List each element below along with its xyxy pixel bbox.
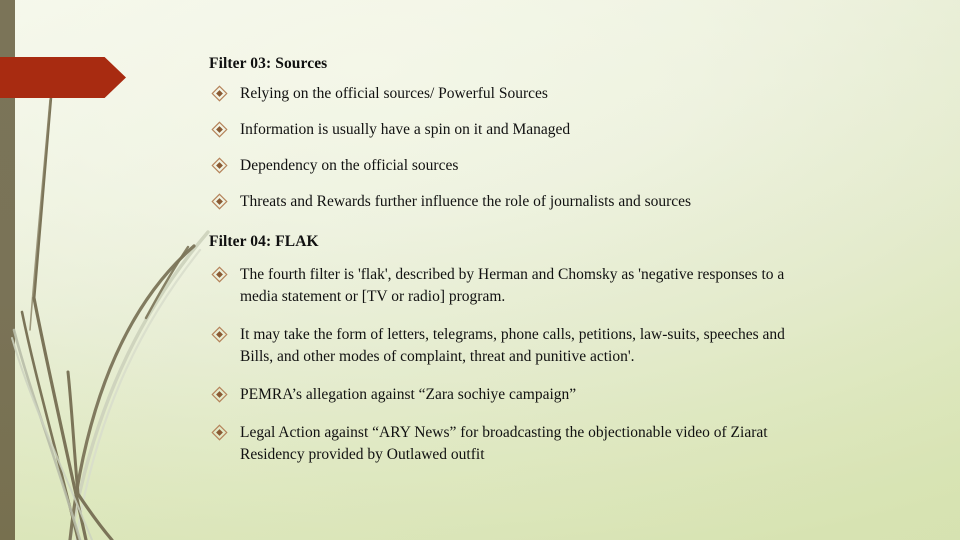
list-item: Relying on the official sources/ Powerfu… bbox=[209, 83, 896, 105]
diamond-bullet-icon bbox=[211, 121, 228, 138]
list-item: Information is usually have a spin on it… bbox=[209, 119, 896, 141]
slide-content: Filter 03: Sources Relying on the offici… bbox=[209, 54, 896, 482]
diamond-bullet-icon bbox=[211, 386, 228, 403]
diamond-bullet-icon bbox=[211, 424, 228, 441]
diamond-bullet-icon bbox=[211, 157, 228, 174]
list-item-text-last-line: Residency provided by Outlawed outfit bbox=[240, 446, 485, 463]
slide-canvas: Filter 03: Sources Relying on the offici… bbox=[0, 0, 960, 540]
red-arrow-banner bbox=[0, 57, 126, 98]
list-item-text: Legal Action against “ARY News” for broa… bbox=[240, 424, 768, 441]
list-item-text: Threats and Rewards further influence th… bbox=[240, 193, 692, 210]
diamond-bullet-icon bbox=[211, 266, 228, 283]
list-item-text: PEMRA’s allegation against “Zara sochiye… bbox=[240, 386, 577, 403]
list-item: The fourth filter is 'flak', described b… bbox=[209, 264, 896, 308]
bullet-list-filter-04: The fourth filter is 'flak', described b… bbox=[209, 264, 896, 466]
list-item-text-last-line: Bills, and other modes of complaint, thr… bbox=[240, 348, 635, 365]
list-item: Legal Action against “ARY News” for broa… bbox=[209, 422, 896, 466]
list-item-text: It may take the form of letters, telegra… bbox=[240, 326, 785, 343]
diamond-bullet-icon bbox=[211, 193, 228, 210]
bullet-list-filter-03: Relying on the official sources/ Powerfu… bbox=[209, 83, 896, 213]
list-item-text: Relying on the official sources/ Powerfu… bbox=[240, 85, 548, 102]
list-item: PEMRA’s allegation against “Zara sochiye… bbox=[209, 384, 896, 406]
section-heading-filter-04: Filter 04: FLAK bbox=[209, 233, 319, 250]
diamond-bullet-icon bbox=[211, 326, 228, 343]
list-item-text: Information is usually have a spin on it… bbox=[240, 121, 571, 138]
diamond-bullet-icon bbox=[211, 85, 228, 102]
list-item-text-last-line: media statement or [TV or radio] program… bbox=[240, 288, 506, 305]
list-item: Threats and Rewards further influence th… bbox=[209, 191, 896, 213]
list-item: Dependency on the official sources bbox=[209, 155, 896, 177]
list-item-text: Dependency on the official sources bbox=[240, 157, 459, 174]
section-heading-filter-03: Filter 03: Sources bbox=[209, 55, 328, 72]
list-item-text: The fourth filter is 'flak', described b… bbox=[240, 266, 785, 283]
list-item: It may take the form of letters, telegra… bbox=[209, 324, 896, 368]
